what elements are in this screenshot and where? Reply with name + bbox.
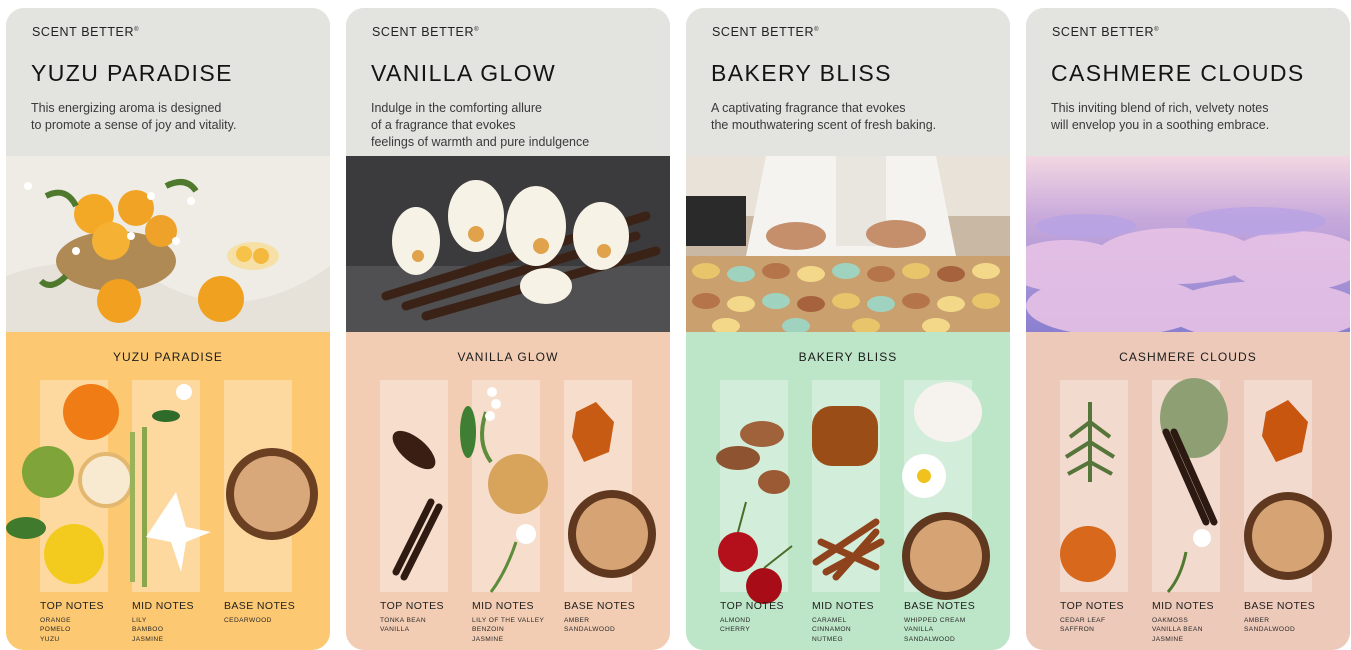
fragrance-notes-panel: BAKERY BLISS TOP NOTES ALMONDCHERRY MID xyxy=(686,332,1010,650)
card-title: YUZU PARADISE xyxy=(31,60,233,86)
card-cashmere-clouds[interactable]: SCENT BETTER® CASHMERE CLOUDS This invit… xyxy=(1026,8,1350,650)
card-title: CASHMERE CLOUDS xyxy=(1051,60,1305,86)
notes-illustration xyxy=(1060,378,1332,593)
brand-name: SCENT BETTER® xyxy=(712,25,820,39)
brand-name: SCENT BETTER® xyxy=(32,25,140,39)
brand-name: SCENT BETTER® xyxy=(1052,25,1160,39)
notes-illustration xyxy=(392,387,656,593)
notes-title: CASHMERE CLOUDS xyxy=(1119,350,1257,364)
card-header: SCENT BETTER® CASHMERE CLOUDS This invit… xyxy=(1026,8,1350,156)
card-description: A captivating fragrance that evokes the m… xyxy=(711,101,937,132)
brand-name: SCENT BETTER® xyxy=(372,25,480,39)
card-bakery-bliss[interactable]: SCENT BETTER® BAKERY BLISS A captivating… xyxy=(686,8,1010,650)
card-title: BAKERY BLISS xyxy=(711,60,892,86)
card-header: SCENT BETTER® YUZU PARADISE This energiz… xyxy=(6,8,330,156)
card-vanilla-glow[interactable]: SCENT BETTER® VANILLA GLOW Indulge in th… xyxy=(346,8,670,650)
vanilla-orchid-photo xyxy=(346,156,670,332)
baker-macarons-photo xyxy=(686,156,1010,332)
mid-notes: MID NOTES OAKMOSS VANILLA BEAN JASMINE xyxy=(1152,600,1214,643)
top-notes: TOP NOTES ALMOND CHERRY xyxy=(720,600,784,634)
card-header: SCENT BETTER® VANILLA GLOW Indulge in th… xyxy=(346,8,670,156)
mid-notes: MID NOTES LILY BAMBOO JASMINE xyxy=(132,600,194,643)
mid-notes: MID NOTES CARAMEL CINNAMON NUTMEG xyxy=(812,600,874,643)
card-description: This energizing aroma is designed to prom… xyxy=(31,101,237,132)
top-notes: TOP NOTES CEDAR LEAF SAFFRON xyxy=(1060,600,1124,634)
mid-notes: MID NOTES LILY OF THE VALLEY BENZOIN JASMI… xyxy=(472,600,545,643)
notes-illustration xyxy=(6,384,318,587)
yuzu-fruit-basket-photo xyxy=(6,156,330,332)
notes-title: BAKERY BLISS xyxy=(798,350,898,364)
notes-title: VANILLA GLOW xyxy=(457,350,559,364)
card-header: SCENT BETTER® BAKERY BLISS A captivating… xyxy=(686,8,1010,156)
top-notes: TOP NOTES ORANGE POMELO YUZU xyxy=(40,600,104,643)
base-notes: BASE NOTES AMBER SANDALWOOD xyxy=(1244,600,1316,634)
notes-illustration xyxy=(716,382,990,604)
base-notes: BASE NOTES WHIPPED CREAM VANILLA SANDALWOO… xyxy=(904,600,976,643)
card-description: This inviting blend of rich, velvety not… xyxy=(1051,101,1270,132)
base-notes: BASE NOTES CEDARWOOD xyxy=(224,600,296,624)
card-yuzu-paradise[interactable]: SCENT BETTER® YUZU PARADISE This energiz… xyxy=(6,8,330,650)
pastel-clouds-photo xyxy=(1026,156,1350,332)
top-notes: TOP NOTES TONKA BEAN VANILLA xyxy=(380,600,444,634)
fragrance-notes-panel: CASHMERE CLOUDS TOP NOTES CEDAR LEAF SAFF… xyxy=(1026,332,1350,650)
card-title: VANILLA GLOW xyxy=(371,60,557,86)
fragrance-notes-panel: VANILLA GLOW TOP NOTES TONKA BEAN VANILLA xyxy=(346,332,670,650)
notes-title: YUZU PARADISE xyxy=(112,350,224,364)
card-description: Indulge in the comforting allure of a fra… xyxy=(371,101,590,149)
fragrance-notes-panel: YUZU PARADISE TOP NOTES ORANGE POMELO YUZU xyxy=(6,332,330,650)
card-grid: SCENT BETTER® YUZU PARADISE This energiz… xyxy=(6,8,1350,650)
base-notes: BASE NOTES AMBER SANDALWOOD xyxy=(564,600,636,634)
